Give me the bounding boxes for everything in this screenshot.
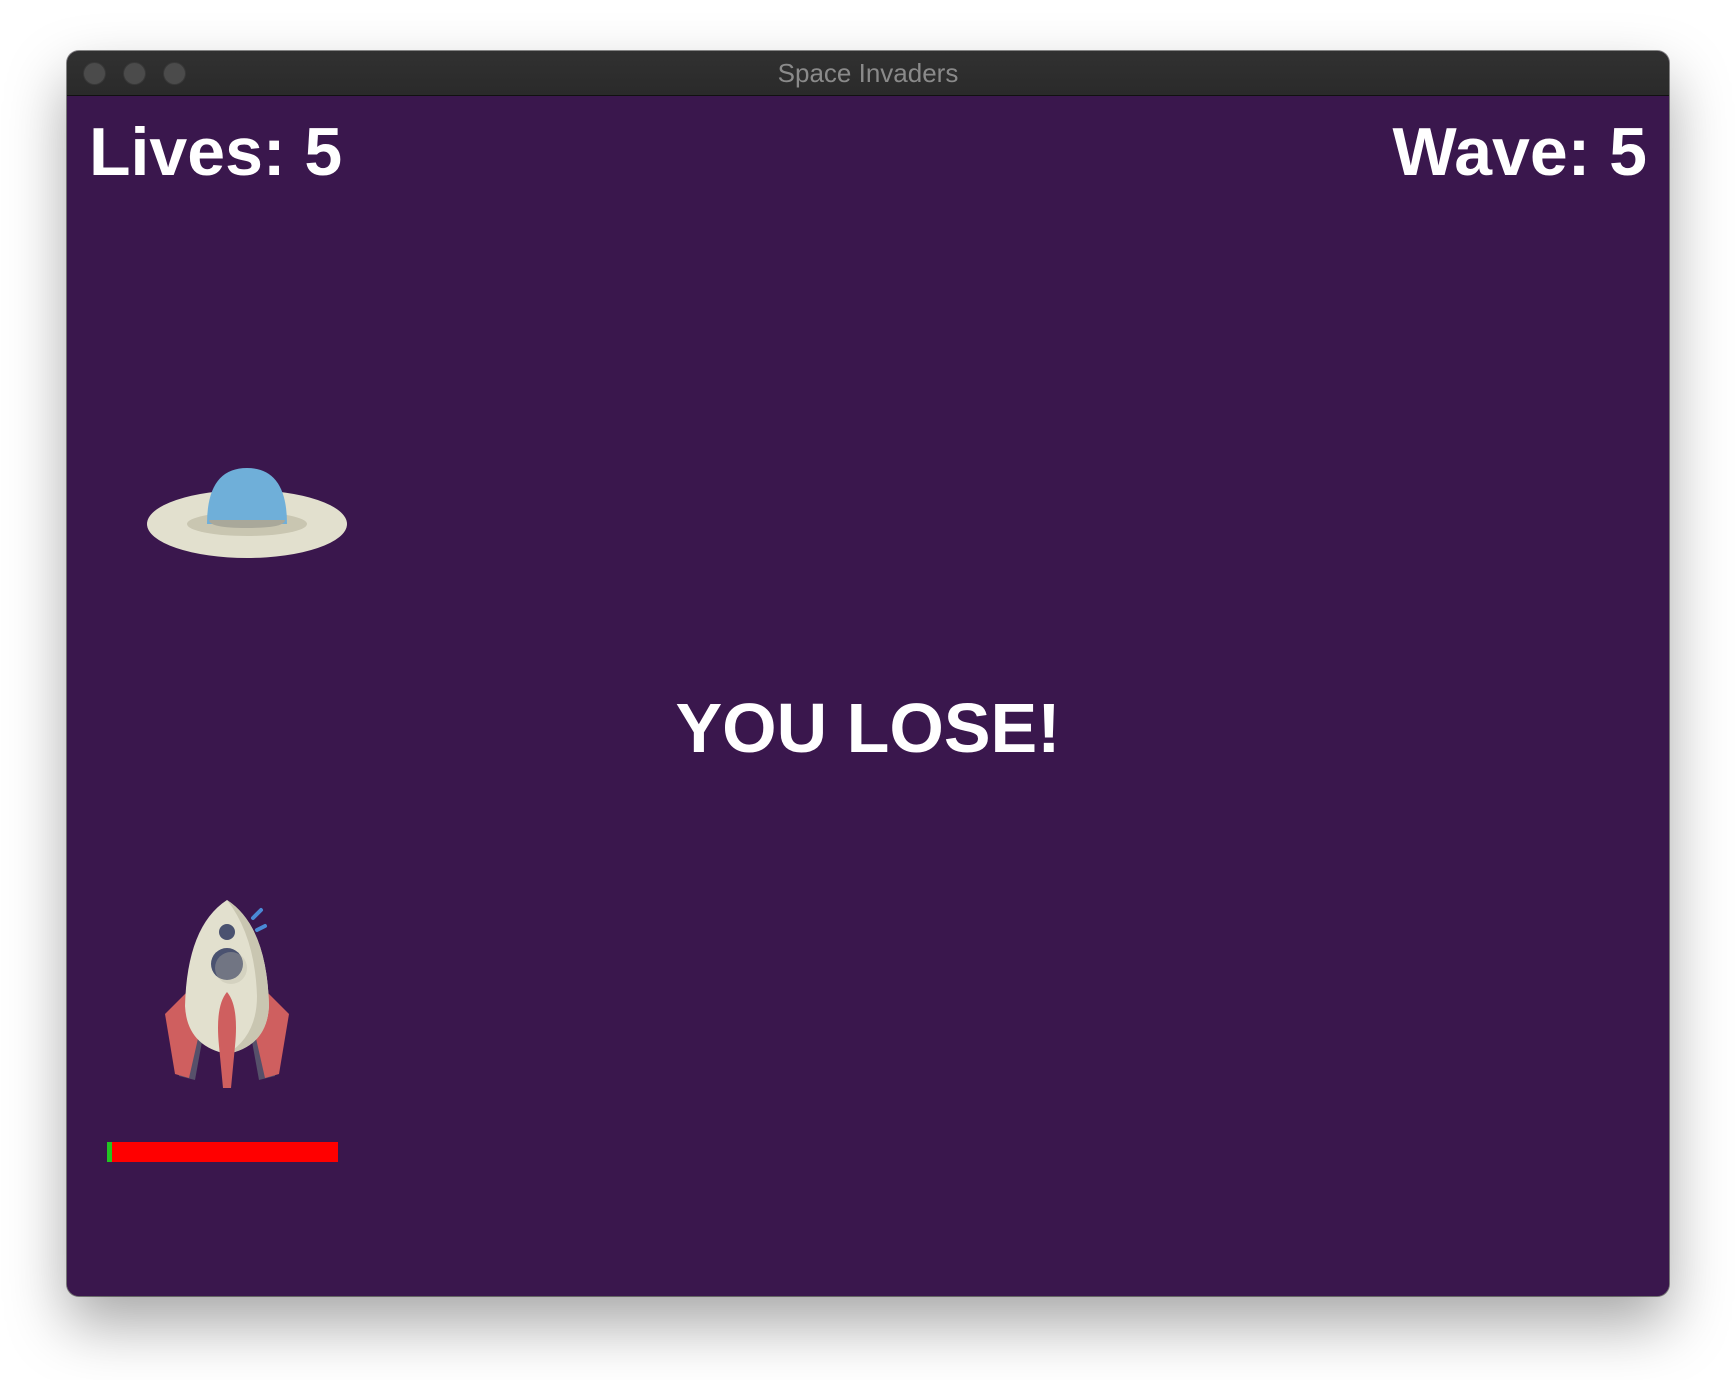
window-title: Space Invaders (777, 58, 959, 88)
player-health-bar (107, 1142, 338, 1162)
game-over-message: YOU LOSE! (675, 689, 1061, 767)
rocket-icon (165, 900, 289, 1088)
wave-counter: Wave: 5 (1392, 114, 1647, 190)
ufo-icon (147, 468, 347, 558)
game-window: Space Invaders Lives: 5 Wave: 5 YOU LOSE… (67, 51, 1669, 1296)
title-bar[interactable]: Space Invaders (67, 51, 1669, 96)
lives-counter: Lives: 5 (89, 114, 343, 190)
player-health-fill (107, 1142, 112, 1162)
game-canvas[interactable]: Lives: 5 Wave: 5 YOU LOSE! (67, 96, 1669, 1296)
